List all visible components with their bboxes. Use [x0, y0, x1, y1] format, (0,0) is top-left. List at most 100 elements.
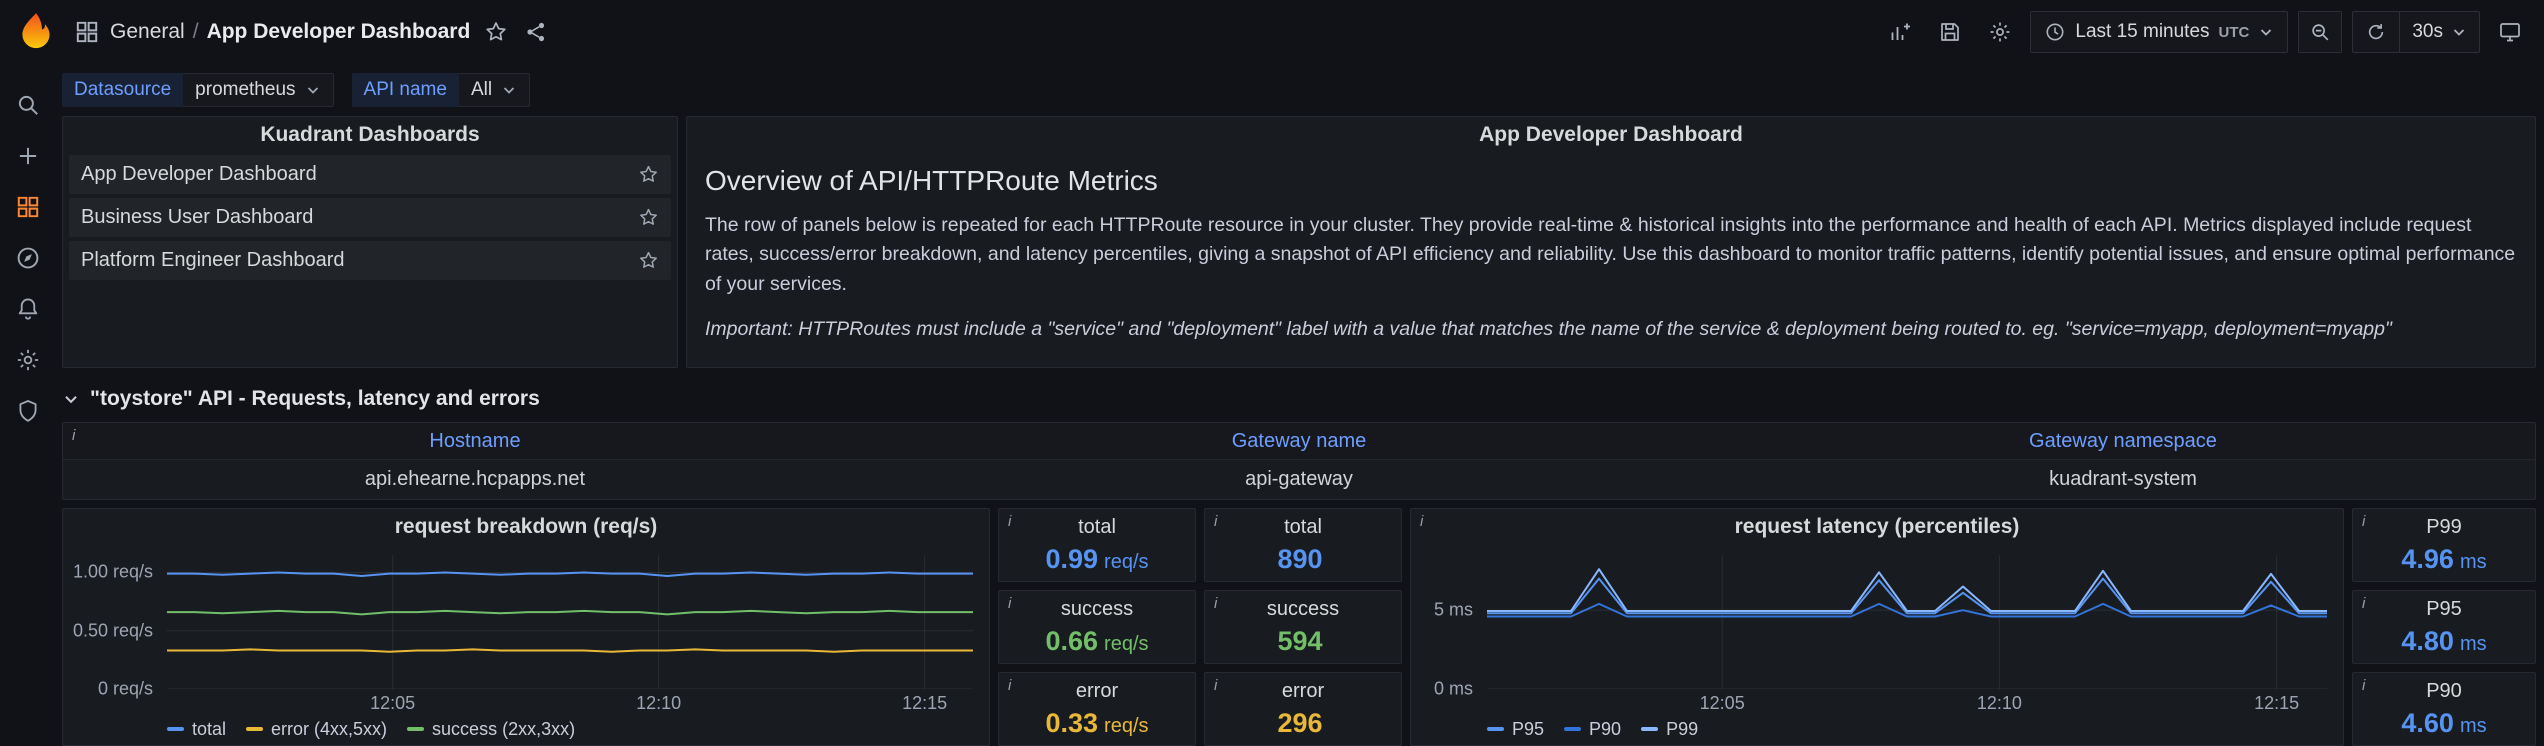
panel-info-icon[interactable]: i — [2362, 678, 2365, 693]
panel-info-icon[interactable]: i — [1214, 514, 1217, 529]
panel-info-icon[interactable]: i — [1420, 514, 1423, 529]
chart-legend: total error (4xx,5xx) success (2xx,3xx) — [167, 716, 575, 742]
panel-info-icon[interactable]: i — [72, 428, 75, 443]
stat-value: 0.99 req/s — [1045, 544, 1148, 575]
stat-panel-p99: i P99 4.96 ms — [2352, 508, 2536, 582]
breadcrumb-separator: / — [193, 20, 199, 44]
sidebar-item-explore[interactable] — [13, 243, 43, 273]
panel-info-icon[interactable]: i — [1008, 596, 1011, 611]
column-header-hostname[interactable]: Hostname — [63, 430, 887, 453]
dashboard-link-label: Platform Engineer Dashboard — [81, 249, 344, 272]
panel-info-icon[interactable]: i — [1008, 514, 1011, 529]
legend-item-success[interactable]: success (2xx,3xx) — [407, 719, 575, 740]
time-series-plot[interactable] — [1487, 555, 2327, 689]
refresh-button[interactable] — [2353, 12, 2399, 52]
chevron-down-icon — [305, 82, 321, 98]
panel-kuadrant-dashboards: Kuadrant Dashboards App Developer Dashbo… — [62, 116, 678, 368]
breadcrumb-dashboard-title[interactable]: App Developer Dashboard — [207, 20, 471, 44]
refresh-interval-dropdown[interactable]: 30s — [2399, 12, 2479, 52]
stat-panel-error-rate: i error 0.33 req/s — [998, 672, 1196, 746]
cycle-view-mode-button[interactable] — [2490, 12, 2530, 52]
favorite-star-icon[interactable] — [638, 207, 659, 228]
panel-title[interactable]: App Developer Dashboard — [687, 117, 2535, 153]
time-range-picker[interactable]: Last 15 minutes UTC — [2030, 11, 2288, 53]
legend-item-p99[interactable]: P99 — [1641, 719, 1698, 740]
x-tick: 12:10 — [636, 693, 681, 714]
sidebar-item-dashboards[interactable] — [13, 192, 43, 222]
y-axis-labels: 1.00 req/s 0.50 req/s 0 req/s — [63, 555, 159, 689]
y-tick: 0.50 req/s — [73, 620, 153, 641]
stat-value: 0.33 req/s — [1045, 708, 1148, 739]
panel-title[interactable]: Kuadrant Dashboards — [63, 117, 677, 153]
sidebar-item-alerting[interactable] — [13, 294, 43, 324]
bell-icon — [15, 296, 41, 322]
panel-request-breakdown: request breakdown (req/s) 1.00 req/s 0.5… — [62, 508, 990, 746]
panel-title[interactable]: request latency (percentiles) — [1411, 509, 2343, 545]
dashboards-breadcrumb-icon[interactable] — [74, 19, 100, 45]
stat-panel-total-count: i total 890 — [1204, 508, 1402, 582]
stat-title: error — [1076, 680, 1118, 703]
dashboard-list: App Developer Dashboard Business User Da… — [63, 153, 677, 286]
monitor-icon — [2498, 20, 2522, 44]
favorite-dashboard-button[interactable] — [476, 12, 516, 52]
panel-info-icon[interactable]: i — [2362, 514, 2365, 529]
datasource-variable: Datasource prometheus — [62, 73, 334, 107]
column-header-gateway-name[interactable]: Gateway name — [887, 430, 1711, 453]
api-name-variable: API name All — [352, 73, 531, 107]
api-name-variable-dropdown[interactable]: All — [459, 73, 530, 107]
zoom-out-time-button[interactable] — [2298, 11, 2342, 53]
dashboard-link[interactable]: Platform Engineer Dashboard — [69, 241, 671, 280]
chevron-down-icon — [2451, 24, 2467, 40]
top-navbar: General / App Developer Dashboard Last 1… — [0, 0, 2544, 64]
panel-info-icon[interactable]: i — [2362, 596, 2365, 611]
zoom-out-icon — [2309, 21, 2331, 43]
share-dashboard-button[interactable] — [516, 12, 556, 52]
stat-panel-p90: i P90 4.60 ms — [2352, 672, 2536, 746]
sidebar-item-admin[interactable] — [13, 396, 43, 426]
stat-title: success — [1061, 598, 1133, 621]
timezone-label: UTC — [2219, 24, 2250, 41]
series-swatch — [407, 727, 424, 731]
metrics-panel-row: request breakdown (req/s) 1.00 req/s 0.5… — [62, 508, 2536, 746]
legend-item-p95[interactable]: P95 — [1487, 719, 1544, 740]
legend-item-total[interactable]: total — [167, 719, 226, 740]
favorite-star-icon[interactable] — [638, 250, 659, 271]
series-swatch — [1641, 727, 1658, 731]
breadcrumb-section[interactable]: General — [110, 20, 185, 44]
legend-item-error[interactable]: error (4xx,5xx) — [246, 719, 387, 740]
y-tick: 0 req/s — [98, 679, 153, 700]
panel-info-icon[interactable]: i — [1214, 678, 1217, 693]
x-tick: 12:05 — [370, 693, 415, 714]
refresh-interval-label: 30s — [2412, 21, 2443, 43]
add-panel-button[interactable] — [1880, 12, 1920, 52]
dashboard-row-toggle[interactable]: "toystore" API - Requests, latency and e… — [62, 384, 2536, 414]
refresh-controls: 30s — [2352, 11, 2480, 53]
sidebar-item-search[interactable] — [13, 90, 43, 120]
panel-info-icon[interactable]: i — [1214, 596, 1217, 611]
chevron-down-icon — [501, 82, 517, 98]
stat-title: P90 — [2426, 680, 2462, 703]
star-icon — [484, 20, 508, 44]
rate-stats-column: i total 0.99 req/s i success 0.66 req/s … — [998, 508, 1196, 746]
sidebar-item-configuration[interactable] — [13, 345, 43, 375]
dashboard-settings-button[interactable] — [1980, 12, 2020, 52]
column-header-gateway-namespace[interactable]: Gateway namespace — [1711, 430, 2535, 453]
dashboard-link[interactable]: App Developer Dashboard — [69, 155, 671, 194]
save-dashboard-button[interactable] — [1930, 12, 1970, 52]
time-series-plot[interactable] — [167, 555, 973, 689]
stat-value: 0.66 req/s — [1045, 626, 1148, 657]
time-range-label: Last 15 minutes — [2075, 21, 2209, 43]
panel-title[interactable]: request breakdown (req/s) — [63, 509, 989, 545]
search-icon — [15, 92, 41, 118]
gateway-namespace-cell: kuadrant-system — [1711, 468, 2535, 491]
sidebar-item-create[interactable] — [13, 141, 43, 171]
favorite-star-icon[interactable] — [638, 164, 659, 185]
chart-area: 1.00 req/s 0.50 req/s 0 req/s 12:05 12:1… — [63, 545, 989, 745]
dashboard-link[interactable]: Business User Dashboard — [69, 198, 671, 237]
stat-title: total — [1284, 516, 1322, 539]
x-tick: 12:10 — [1977, 693, 2022, 714]
legend-item-p90[interactable]: P90 — [1564, 719, 1621, 740]
grafana-logo-icon[interactable] — [14, 10, 58, 54]
panel-info-icon[interactable]: i — [1008, 678, 1011, 693]
datasource-variable-dropdown[interactable]: prometheus — [183, 73, 333, 107]
